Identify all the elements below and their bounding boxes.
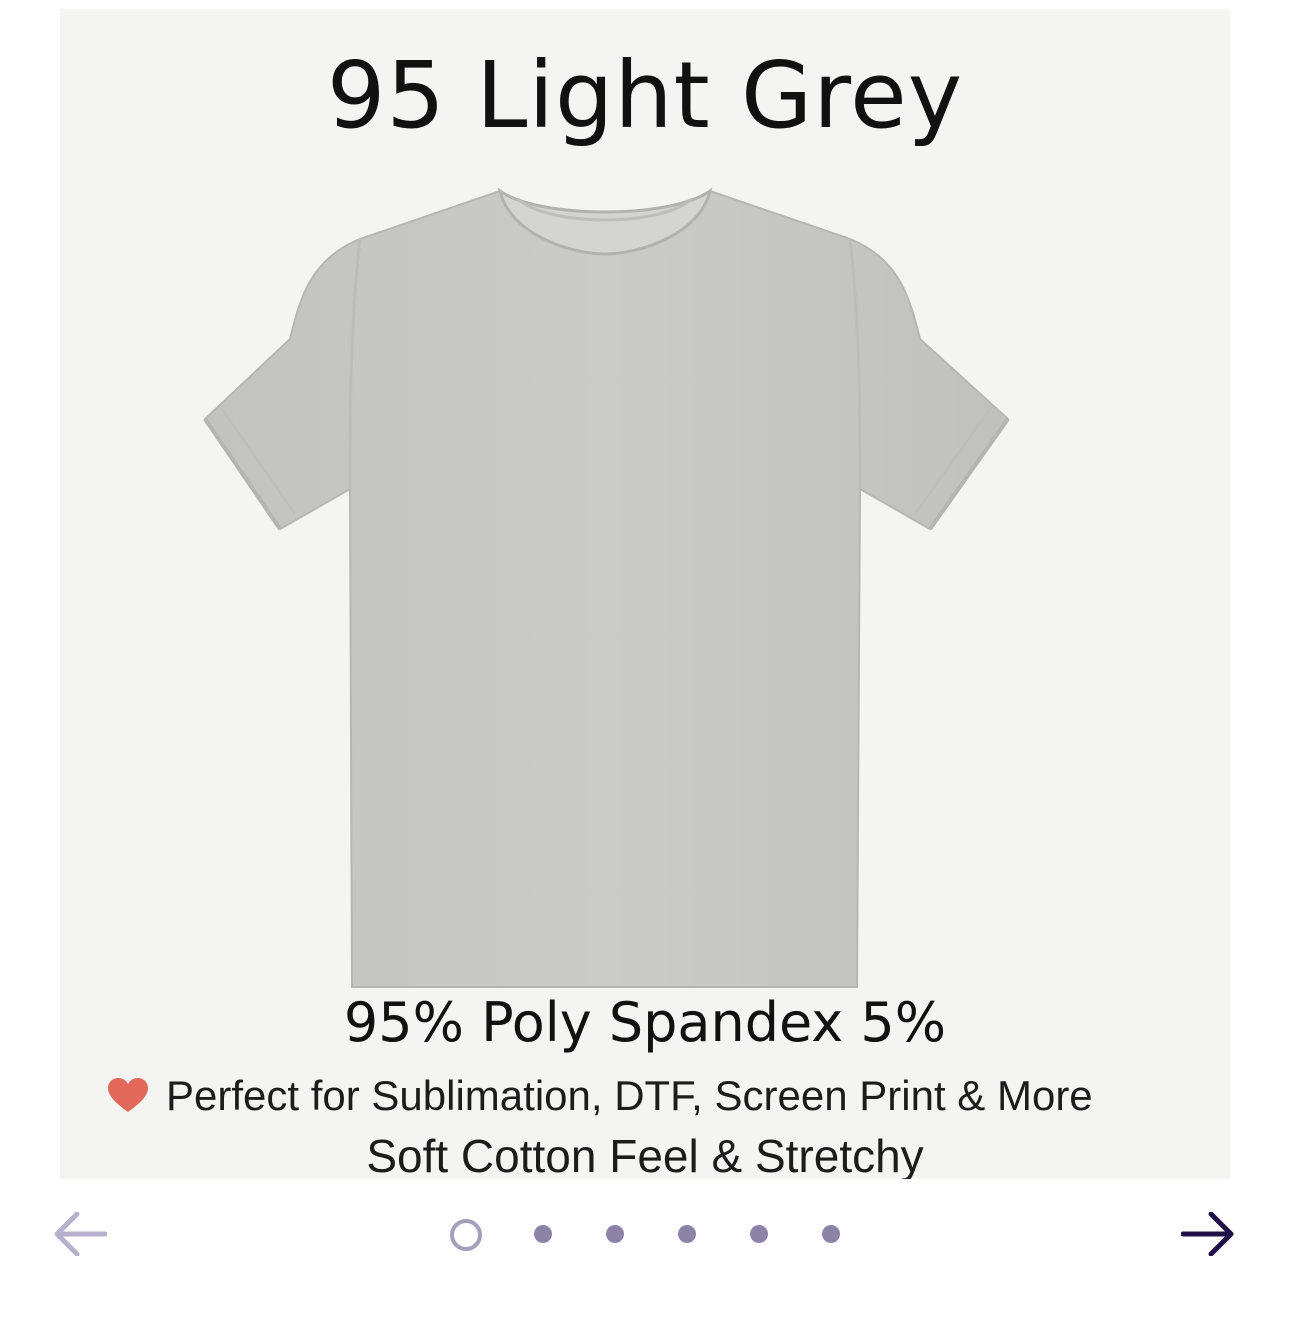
carousel-pagination	[448, 1219, 848, 1251]
next-slide-button[interactable]	[1178, 1204, 1238, 1264]
arrow-right-icon	[1181, 1212, 1234, 1256]
t-shirt-image	[203, 187, 1010, 988]
heart-icon	[108, 1077, 148, 1112]
product-image[interactable]: 95 Light Grey 95% Poly Spandex 5% Perfec…	[60, 9, 1230, 1179]
feature-line-print: Perfect for Sublimation, DTF, Screen Pri…	[108, 1069, 1208, 1124]
fabric-composition: 95% Poly Spandex 5%	[343, 991, 947, 1054]
carousel-dot-3[interactable]	[606, 1225, 624, 1243]
carousel-dot-4[interactable]	[678, 1225, 696, 1243]
previous-slide-button[interactable]	[50, 1204, 110, 1264]
carousel-dot-6[interactable]	[822, 1225, 840, 1243]
feature-text-print: Perfect for Sublimation, DTF, Screen Pri…	[166, 1072, 1093, 1119]
image-title: 95 Light Grey	[326, 42, 964, 149]
carousel-dot-1[interactable]	[450, 1219, 482, 1251]
carousel-dot-5[interactable]	[750, 1225, 768, 1243]
feature-line-feel: Soft Cotton Feel & Stretchy	[366, 1130, 924, 1179]
carousel-dot-2[interactable]	[534, 1225, 552, 1243]
arrow-left-icon	[54, 1212, 107, 1256]
